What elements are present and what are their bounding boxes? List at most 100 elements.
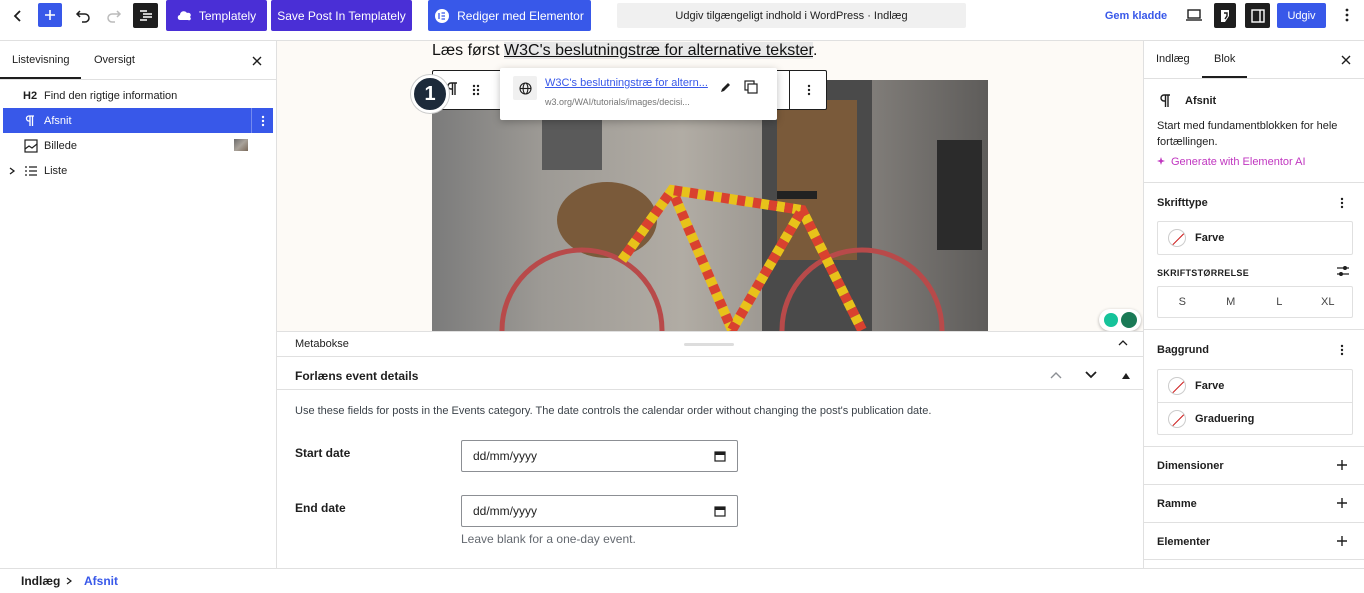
tab-overview-label: Oversigt bbox=[94, 54, 135, 66]
templately-icon bbox=[177, 10, 191, 20]
link-title[interactable]: W3C's beslutningstræ for altern... bbox=[545, 77, 708, 89]
chevron-right-icon bbox=[66, 577, 72, 585]
block-description: Start med fundamentblokken for hele fort… bbox=[1157, 120, 1338, 148]
globe-icon bbox=[513, 76, 537, 100]
link-url: w3.org/WAI/tutorials/images/decisi... bbox=[545, 97, 690, 107]
publish-label: Udgiv bbox=[1287, 9, 1316, 22]
custom-size-icon[interactable] bbox=[1336, 265, 1350, 277]
start-date-placeholder: dd/mm/yyyy bbox=[473, 449, 538, 463]
metabox-section-title[interactable]: Forlæns event details bbox=[295, 369, 418, 383]
font-size-s[interactable]: S bbox=[1158, 287, 1207, 317]
image-icon bbox=[24, 138, 44, 153]
close-icon[interactable] bbox=[1338, 52, 1354, 68]
list-item-image[interactable]: Billede bbox=[3, 133, 273, 158]
start-date-label: Start date bbox=[295, 446, 351, 460]
preview-icon[interactable] bbox=[1182, 4, 1206, 26]
block-options-icon[interactable] bbox=[251, 108, 273, 133]
assistant-bulb-icon bbox=[1103, 313, 1118, 327]
plus-icon[interactable] bbox=[1336, 535, 1348, 547]
edit-link-icon[interactable] bbox=[719, 81, 732, 94]
font-size-s-label: S bbox=[1178, 296, 1186, 308]
list-item-list[interactable]: Liste bbox=[3, 158, 273, 183]
paragraph-link[interactable]: W3C's beslutningstræ for alternative tek… bbox=[504, 42, 813, 59]
border-title: Ramme bbox=[1157, 498, 1197, 510]
background-controls: Farve Graduering bbox=[1157, 369, 1353, 435]
plus-icon[interactable] bbox=[1336, 497, 1348, 509]
toggle-panel-icon[interactable] bbox=[1122, 373, 1130, 379]
end-date-help: Leave blank for a one-day event. bbox=[461, 532, 636, 546]
image-thumbnail bbox=[234, 139, 248, 151]
paragraph-block[interactable]: Læs først W3C's beslutningstræ for alter… bbox=[432, 42, 817, 60]
plus-icon[interactable] bbox=[1336, 459, 1348, 471]
font-size-xl-label: XL bbox=[1321, 296, 1335, 308]
close-icon[interactable] bbox=[249, 53, 265, 69]
tab-post[interactable]: Indlæg bbox=[1156, 53, 1190, 65]
editor-canvas: Læs først W3C's beslutningstræ for alter… bbox=[277, 41, 1143, 331]
document-title-bar[interactable]: Udgiv tilgængeligt indhold i WordPress ·… bbox=[617, 3, 966, 28]
dimensions-panel[interactable]: Dimensioner bbox=[1144, 446, 1364, 484]
breadcrumb-current[interactable]: Afsnit bbox=[84, 574, 118, 588]
undo-icon[interactable] bbox=[72, 5, 94, 27]
save-in-templately-button[interactable]: Save Post In Templately bbox=[271, 0, 412, 31]
edit-with-elementor-button[interactable]: Rediger med Elementor bbox=[428, 0, 591, 31]
list-item-label: Afsnit bbox=[44, 114, 72, 127]
more-options-icon[interactable] bbox=[1336, 4, 1358, 26]
grammar-assistant-widget[interactable] bbox=[1099, 309, 1141, 331]
calendar-icon[interactable] bbox=[714, 505, 726, 517]
expand-chevron-icon[interactable] bbox=[8, 166, 24, 175]
copy-link-icon[interactable] bbox=[744, 80, 758, 94]
add-block-button[interactable] bbox=[38, 3, 62, 27]
metabox-bar[interactable]: Metabokse bbox=[277, 332, 1143, 357]
end-date-placeholder: dd/mm/yyyy bbox=[473, 504, 538, 518]
document-overview-icon[interactable] bbox=[133, 3, 158, 28]
divider bbox=[1144, 78, 1364, 79]
list-item-label: Liste bbox=[44, 164, 68, 177]
border-panel[interactable]: Ramme bbox=[1144, 484, 1364, 522]
tab-overview[interactable]: Oversigt bbox=[94, 41, 135, 79]
font-size-picker: S M L XL bbox=[1157, 286, 1353, 318]
text-color-control[interactable]: Farve bbox=[1157, 221, 1353, 255]
breadcrumb-root[interactable]: Indlæg bbox=[21, 574, 60, 588]
publish-button[interactable]: Udgiv bbox=[1277, 3, 1326, 28]
resize-handle[interactable] bbox=[684, 343, 734, 346]
font-size-m[interactable]: M bbox=[1207, 287, 1256, 317]
tab-block[interactable]: Blok bbox=[1214, 53, 1235, 65]
background-options-icon[interactable] bbox=[1340, 344, 1344, 356]
elementor-ai-link[interactable]: Generate with Elementor AI bbox=[1157, 156, 1306, 168]
font-size-l[interactable]: L bbox=[1255, 287, 1304, 317]
templately-label: Templately bbox=[198, 8, 257, 23]
list-view-panel: Listevisning Oversigt H2 Find den rigtig… bbox=[0, 41, 277, 568]
block-more-options-icon[interactable] bbox=[789, 71, 827, 109]
typography-options-icon[interactable] bbox=[1340, 197, 1344, 209]
drag-handle-icon[interactable] bbox=[471, 83, 481, 97]
start-date-input[interactable]: dd/mm/yyyy bbox=[461, 440, 738, 472]
save-draft-label: Gem kladde bbox=[1104, 10, 1168, 22]
elements-panel[interactable]: Elementer bbox=[1144, 522, 1364, 560]
list-item-paragraph[interactable]: Afsnit bbox=[3, 108, 273, 133]
redo-icon[interactable] bbox=[103, 5, 125, 27]
assistant-logo-icon bbox=[1120, 312, 1137, 328]
bg-color-label: Farve bbox=[1195, 380, 1225, 392]
font-size-xl[interactable]: XL bbox=[1304, 287, 1353, 317]
list-item-heading[interactable]: H2 Find den rigtige information bbox=[3, 83, 273, 108]
tab-list-view[interactable]: Listevisning bbox=[12, 41, 69, 79]
templately-button[interactable]: Templately bbox=[166, 0, 267, 31]
save-draft-button[interactable]: Gem kladde bbox=[1100, 6, 1172, 26]
background-color-control[interactable]: Farve bbox=[1158, 370, 1352, 402]
collapse-metabox-icon[interactable] bbox=[1118, 339, 1128, 347]
move-down-icon[interactable] bbox=[1085, 371, 1097, 379]
calendar-icon[interactable] bbox=[714, 450, 726, 462]
move-up-icon[interactable] bbox=[1050, 371, 1062, 379]
metabox-description: Use these fields for posts in the Events… bbox=[295, 405, 932, 417]
settings-sidebar-icon[interactable] bbox=[1245, 3, 1270, 28]
back-icon[interactable] bbox=[6, 5, 30, 27]
list-item-label: Billede bbox=[44, 139, 78, 152]
jetpack-icon[interactable] bbox=[1214, 3, 1236, 28]
end-date-input[interactable]: dd/mm/yyyy bbox=[461, 495, 738, 527]
block-name: Afsnit bbox=[1185, 95, 1217, 107]
elements-title: Elementer bbox=[1157, 536, 1211, 548]
gradient-control[interactable]: Graduering bbox=[1158, 402, 1352, 434]
paragraph-text-end: . bbox=[812, 42, 818, 59]
step-badge-number: 1 bbox=[424, 82, 436, 105]
font-size-m-label: M bbox=[1226, 296, 1236, 308]
